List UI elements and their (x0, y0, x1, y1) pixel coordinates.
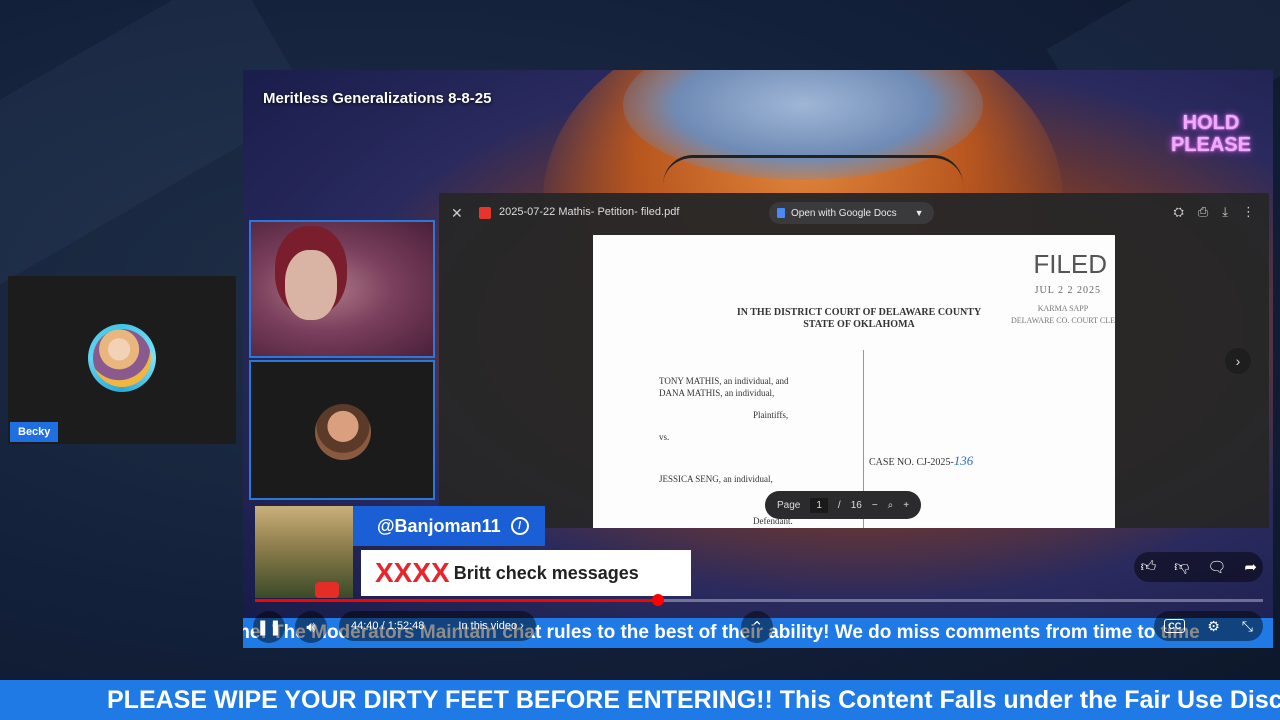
ticker-bottom-text: PLEASE WIPE YOUR DIRTY FEET BEFORE ENTER… (107, 686, 1280, 714)
download-icon[interactable]: ⤓ (1222, 204, 1228, 220)
chat-message-box: XXXX Britt check messages (361, 550, 691, 596)
comment-icon[interactable]: 🗨︎ (1207, 558, 1226, 576)
court-line-2: STATE OF OKLAHOMA (803, 319, 915, 330)
dislike-icon[interactable]: 👎︎ (1174, 558, 1189, 576)
right-controls: CC ⚙ ⤡ (1154, 611, 1263, 641)
ban-icon: / (510, 517, 529, 535)
filed-stamp: FILED (1033, 249, 1107, 279)
reaction-bar: 👍︎ 👎︎ 🗨︎ ➦ (1134, 552, 1263, 582)
court-heading: IN THE DISTRICT COURT OF DELAWARE COUNTY… (729, 307, 989, 331)
page-separator: / (837, 499, 841, 511)
youtube-logo-icon (315, 582, 339, 598)
hold-please-badge: HOLD PLEASE (1171, 112, 1251, 156)
in-this-video-link[interactable]: In this video › (458, 620, 523, 632)
pdf-viewer: ✕ 2025-07-22 Mathis- Petition- filed.pdf… (439, 193, 1269, 528)
plaintiff-names: TONY MATHIS, an individual, and DANA MAT… (659, 375, 789, 399)
video-title[interactable]: Meritless Generalizations 8-8-25 (263, 90, 491, 107)
page-total: 16 (850, 499, 862, 511)
more-vert-icon[interactable]: ⋮ (1242, 204, 1255, 220)
badge-line-1: HOLD (1182, 112, 1240, 134)
volume-icon[interactable]: 🔊︎ (295, 611, 327, 643)
pdf-page-controls: Page 1 / 16 − ⌕ + (765, 491, 922, 519)
filed-date: JUL 2 2 2025 (1034, 285, 1101, 296)
next-page-button[interactable]: › (1225, 348, 1251, 374)
filed-clerk: KARMA SAPP DELAWARE CO. COURT CLE (1011, 303, 1115, 327)
clerk-line-1: KARMA SAPP (1037, 304, 1089, 313)
plaintiff-line-2: DANA MATHIS, an individual, (659, 388, 775, 398)
chevron-up-icon[interactable]: ⌃ (741, 611, 773, 643)
print-icon[interactable]: ⎙ (1198, 204, 1208, 220)
webcam-host (249, 220, 435, 358)
zoom-out-icon[interactable]: − (872, 500, 878, 511)
captions-icon[interactable]: CC (1164, 619, 1186, 633)
chat-message-text: Britt check messages (453, 562, 639, 583)
chat-username-banner: @Banjoman11 / (353, 506, 545, 546)
zoom-in-icon[interactable]: + (903, 500, 909, 511)
webcam-person (285, 250, 337, 320)
time-display: 44:40 / 1:52:48 In this video › (339, 611, 536, 641)
video-player[interactable]: Meritless Generalizations 8-8-25 HOLD PL… (243, 70, 1273, 648)
plaintiff-line-1: TONY MATHIS, an individual, and (659, 376, 789, 386)
pdf-filename: 2025-07-22 Mathis- Petition- filed.pdf (499, 206, 680, 218)
open-with-label: Open with Google Docs (791, 207, 897, 219)
in-this-video-label: In this video (458, 620, 518, 632)
progress-fill (255, 599, 659, 602)
pause-button[interactable]: ❚❚ (253, 611, 285, 643)
google-docs-icon (777, 208, 785, 218)
chat-username: @Banjoman11 (377, 515, 501, 536)
pdf-page: FILED JUL 2 2 2025 KARMA SAPP DELAWARE C… (593, 235, 1115, 528)
zoom-icon[interactable]: ⌕ (888, 500, 894, 511)
chevron-down-icon[interactable]: ▼ (915, 208, 924, 218)
avatar (88, 324, 156, 392)
badge-line-2: PLEASE (1170, 134, 1251, 156)
like-icon[interactable]: 👍︎ (1140, 558, 1156, 576)
guest-avatar (315, 404, 371, 460)
ticker-bottom-banner: PLEASE WIPE YOUR DIRTY FEET BEFORE ENTER… (0, 680, 1280, 720)
defendant-name: JESSICA SENG, an individual, (659, 474, 773, 484)
pdf-toolbar: ⛭ ⎙ ⤓ ⋮ (1173, 204, 1255, 220)
participant-tile-becky[interactable]: Becky (8, 276, 236, 444)
add-to-drive-icon[interactable]: ⛭ (1173, 204, 1183, 220)
close-icon[interactable]: ✕ (451, 205, 463, 222)
open-with-google-docs-button[interactable]: Open with Google Docs ▼ (769, 202, 934, 224)
progress-scrubber[interactable] (652, 594, 665, 606)
case-number-handwritten: 136 (953, 453, 974, 468)
court-line-1: IN THE DISTRICT COURT OF DELAWARE COUNTY (736, 307, 982, 318)
plaintiffs-label: Plaintiffs, (753, 410, 789, 420)
pdf-file-icon (479, 207, 491, 219)
settings-gear-icon[interactable]: ⚙ (1207, 618, 1220, 635)
page-label: Page (777, 499, 801, 511)
case-number: CASE NO. CJ-2025-136 (869, 453, 973, 469)
case-number-label: CASE NO. CJ-2025- (869, 457, 954, 468)
page-number-input[interactable]: 1 (810, 497, 828, 513)
participant-name-tag: Becky (10, 422, 59, 442)
exit-fullscreen-icon[interactable]: ⤡ (1242, 618, 1253, 635)
video-background-glasses (663, 155, 963, 195)
avatar-image (93, 329, 151, 387)
time-text: 44:40 / 1:52:48 (351, 620, 425, 632)
clerk-line-2: DELAWARE CO. COURT CLE (1010, 316, 1115, 325)
share-icon[interactable]: ➦ (1244, 558, 1257, 576)
chat-message-prefix: XXXX (375, 557, 450, 588)
versus-label: vs. (659, 432, 670, 442)
progress-bar[interactable] (255, 594, 1263, 606)
webcam-guest (249, 360, 435, 500)
